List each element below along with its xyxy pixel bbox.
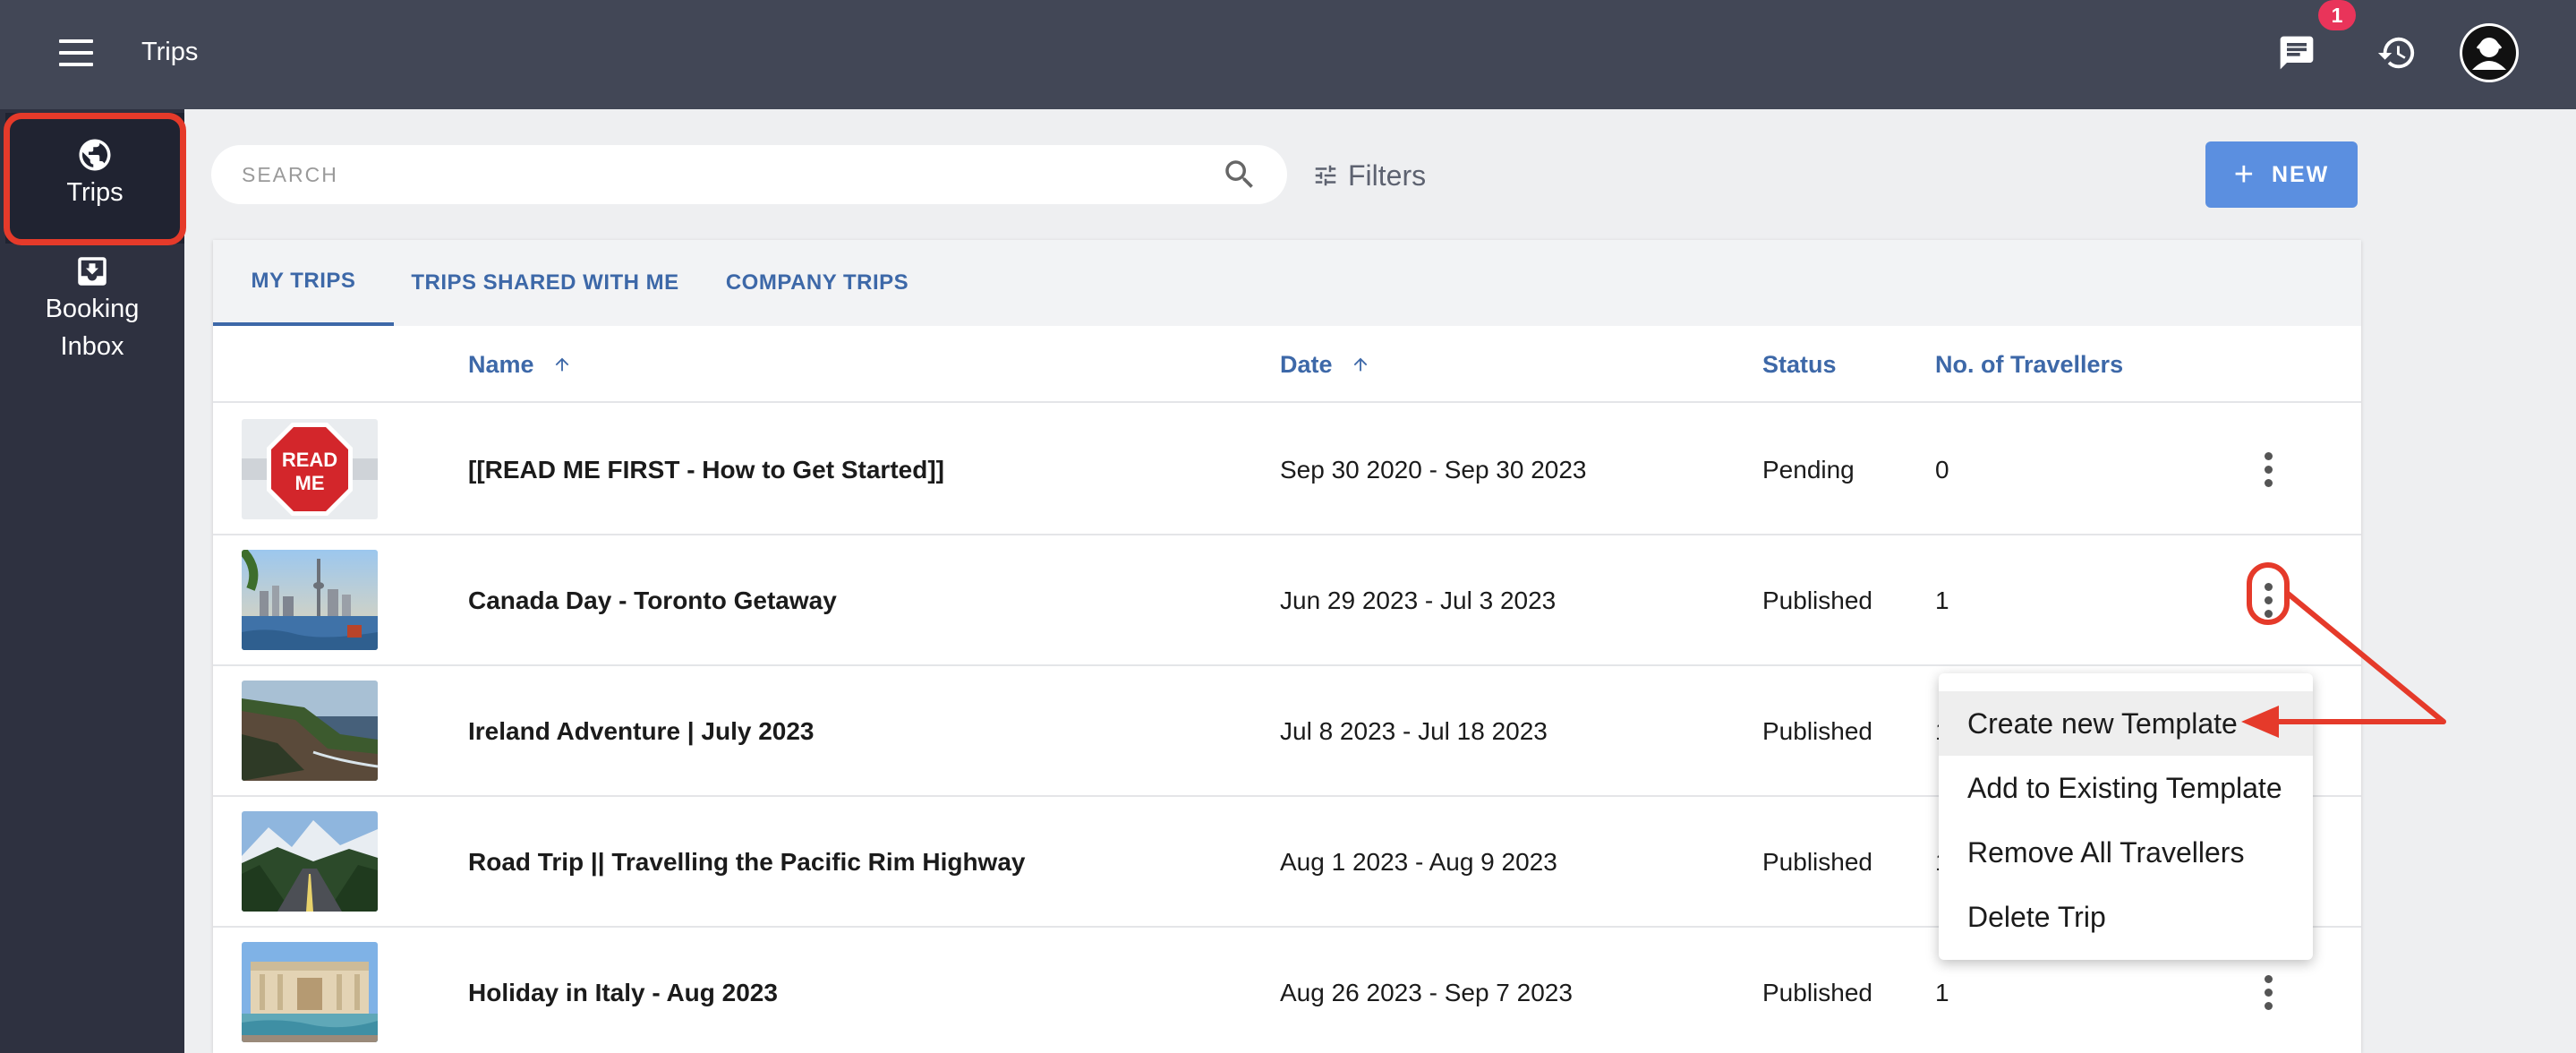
- trip-name[interactable]: Holiday in Italy - Aug 2023: [468, 928, 778, 1053]
- trip-name[interactable]: Road Trip || Travelling the Pacific Rim …: [468, 797, 1025, 928]
- plus-icon: +: [2233, 156, 2256, 193]
- menu-icon[interactable]: [59, 39, 93, 66]
- menu-item-remove-all-travellers[interactable]: Remove All Travellers: [1939, 820, 2313, 885]
- filters-label: Filters: [1348, 158, 1427, 192]
- column-header-travellers[interactable]: No. of Travellers: [1935, 326, 2123, 403]
- trip-status: Pending: [1762, 456, 1855, 484]
- search-input[interactable]: [242, 156, 1190, 193]
- top-app-bar: Trips 1: [0, 0, 2576, 109]
- sort-arrow-up-icon[interactable]: [1351, 355, 1370, 374]
- trip-date: Aug 1 2023 - Aug 9 2023: [1280, 848, 1557, 876]
- trip-travellers: 0: [1935, 456, 1949, 484]
- trip-status: Published: [1762, 848, 1872, 876]
- inbox-download-icon: [78, 257, 107, 286]
- menu-item-add-to-existing-template[interactable]: Add to Existing Template: [1939, 756, 2313, 820]
- table-header: Name Date Status No. of Travellers: [213, 326, 2361, 403]
- sidebar-item-trips[interactable]: Trips: [5, 113, 184, 244]
- user-avatar-icon: [2462, 26, 2516, 80]
- history-icon[interactable]: [2372, 28, 2422, 78]
- tab-company-trips[interactable]: COMPANY TRIPS: [696, 240, 938, 326]
- thumbnail-text-me: ME: [295, 472, 325, 494]
- search-icon[interactable]: [1221, 156, 1258, 193]
- menu-item-create-new-template[interactable]: Create new Template: [1939, 691, 2313, 756]
- sidebar-item-label: Booking Inbox: [45, 295, 140, 361]
- page-title: Trips: [141, 38, 199, 66]
- more-vert-icon[interactable]: [2252, 575, 2284, 625]
- sidebar: Trips Booking Inbox: [0, 109, 184, 1053]
- globe-icon: [79, 139, 111, 171]
- trip-status: Published: [1762, 717, 1872, 745]
- new-trip-button[interactable]: + NEW: [2205, 141, 2358, 208]
- more-vert-icon[interactable]: [2252, 444, 2284, 494]
- trip-thumbnail-highway[interactable]: [242, 811, 378, 912]
- trip-date: Aug 26 2023 - Sep 7 2023: [1280, 979, 1573, 1006]
- trip-thumbnail-toronto[interactable]: [242, 550, 378, 650]
- trip-name[interactable]: Ireland Adventure | July 2023: [468, 666, 815, 797]
- sidebar-item-label: Trips: [66, 178, 124, 207]
- tab-bar: MY TRIPS TRIPS SHARED WITH ME COMPANY TR…: [213, 240, 2361, 326]
- tab-my-trips[interactable]: MY TRIPS: [213, 240, 394, 326]
- search-bar: [211, 145, 1287, 204]
- filters-button[interactable]: Filters: [1312, 156, 1426, 195]
- more-vert-icon[interactable]: [2252, 967, 2284, 1017]
- column-header-date[interactable]: Date: [1280, 326, 1370, 403]
- table-row[interactable]: Canada Day - Toronto Getaway Jun 29 2023…: [213, 535, 2361, 666]
- tab-trips-shared-with-me[interactable]: TRIPS SHARED WITH ME: [394, 240, 696, 326]
- trip-travellers: 1: [1935, 586, 1949, 614]
- trip-name[interactable]: [[READ ME FIRST - How to Get Started]]: [468, 405, 944, 535]
- thumbnail-text-read: READ: [282, 449, 337, 471]
- notification-badge: 1: [2318, 0, 2356, 30]
- trip-thumbnail-trevi[interactable]: [242, 942, 378, 1042]
- menu-item-delete-trip[interactable]: Delete Trip: [1939, 885, 2313, 949]
- trip-date: Jun 29 2023 - Jul 3 2023: [1280, 586, 1557, 614]
- trip-name[interactable]: Canada Day - Toronto Getaway: [468, 535, 837, 666]
- trip-status: Published: [1762, 979, 1872, 1006]
- avatar[interactable]: [2460, 23, 2519, 82]
- new-button-label: NEW: [2271, 161, 2330, 187]
- table-row[interactable]: READ ME [[READ ME FIRST - How to Get Sta…: [213, 405, 2361, 535]
- trip-date: Jul 8 2023 - Jul 18 2023: [1280, 717, 1548, 745]
- column-header-name[interactable]: Name: [468, 326, 572, 403]
- sidebar-item-booking-inbox[interactable]: Booking Inbox: [0, 253, 184, 365]
- trip-context-menu: Create new Template Add to Existing Temp…: [1939, 673, 2313, 960]
- tune-icon: [1315, 165, 1336, 186]
- sort-arrow-up-icon[interactable]: [552, 355, 572, 374]
- trip-status: Published: [1762, 586, 1872, 614]
- trip-thumbnail-read-me[interactable]: READ ME: [242, 419, 378, 519]
- column-header-status[interactable]: Status: [1762, 326, 1837, 403]
- chat-icon[interactable]: [2272, 28, 2322, 78]
- trip-thumbnail-ireland[interactable]: [242, 681, 378, 781]
- trip-date: Sep 30 2020 - Sep 30 2023: [1280, 456, 1587, 484]
